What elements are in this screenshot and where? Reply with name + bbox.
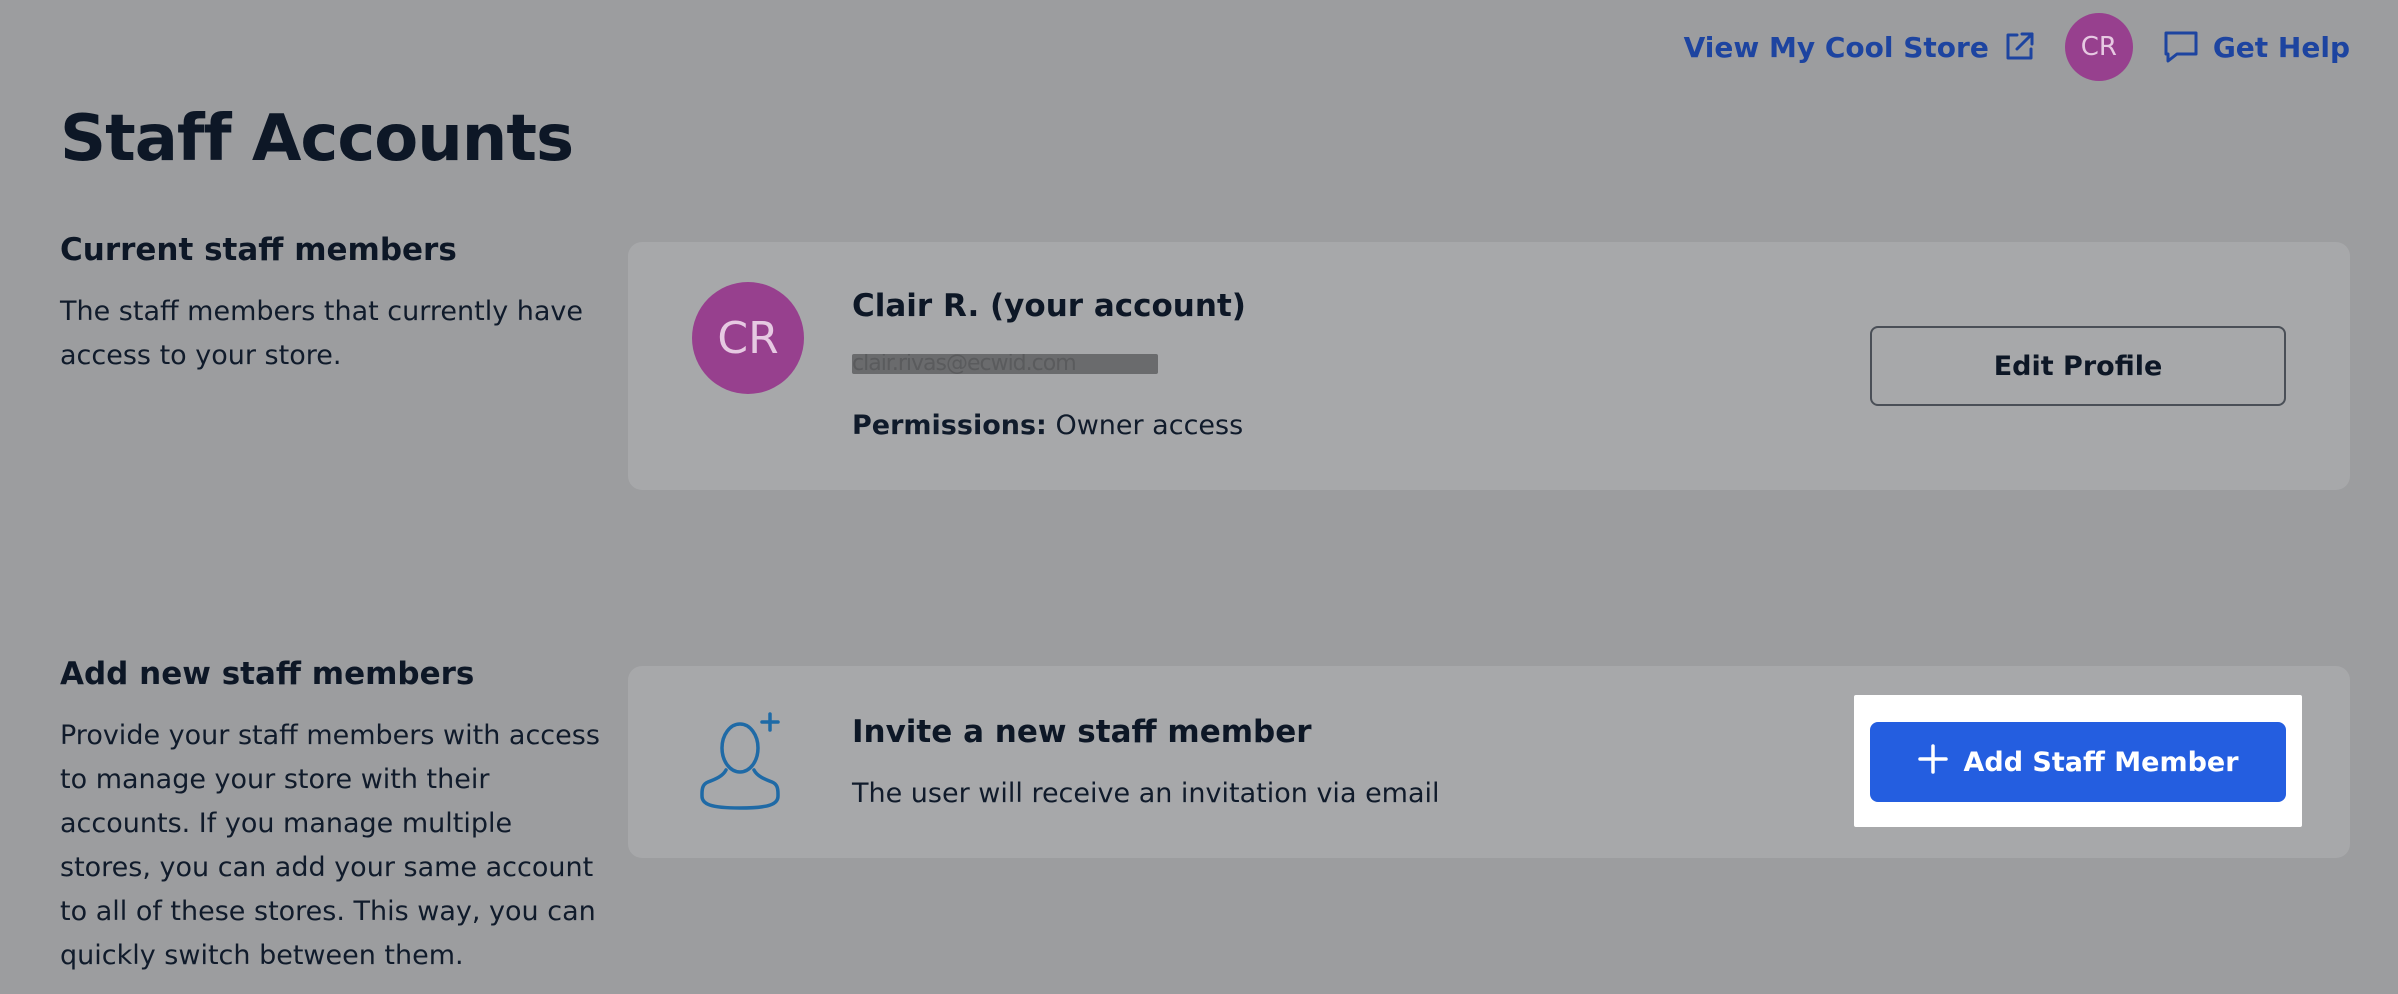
- invite-title: Invite a new staff member: [852, 714, 1312, 750]
- view-store-label: View My Cool Store: [1683, 30, 1989, 64]
- edit-profile-button[interactable]: Edit Profile: [1870, 326, 2286, 406]
- page-title: Staff Accounts: [60, 102, 574, 176]
- get-help-link[interactable]: Get Help: [2163, 30, 2350, 64]
- staff-permissions: Permissions: Owner access: [852, 410, 1243, 441]
- plus-icon: [1917, 743, 1949, 782]
- top-bar: View My Cool Store CR Get Help: [1684, 12, 2350, 82]
- view-store-link[interactable]: View My Cool Store: [1684, 31, 2035, 64]
- add-staff-heading: Add new staff members: [60, 656, 475, 692]
- current-staff-heading: Current staff members: [60, 232, 457, 268]
- staff-email-redacted: clair.rivas@ecwid.com: [852, 354, 1158, 374]
- add-staff-section: Add new staff members Provide your staff…: [60, 656, 600, 978]
- chat-icon: [2163, 30, 2199, 64]
- current-staff-section: Current staff members The staff members …: [60, 232, 600, 378]
- get-help-label: Get Help: [2212, 30, 2350, 64]
- permissions-label: Permissions:: [852, 410, 1047, 441]
- add-staff-member-button[interactable]: Add Staff Member: [1870, 722, 2286, 802]
- staff-email: clair.rivas@ecwid.com: [852, 354, 1077, 374]
- external-link-icon: [2003, 31, 2035, 63]
- staff-name: Clair R. (your account): [852, 288, 1246, 324]
- add-staff-member-label: Add Staff Member: [1963, 746, 2239, 778]
- user-avatar-initials: CR: [2080, 32, 2117, 62]
- staff-member-card: CR Clair R. (your account) clair.rivas@e…: [628, 242, 2350, 490]
- staff-avatar-initials: CR: [717, 312, 779, 364]
- permissions-value: Owner access: [1055, 410, 1244, 441]
- add-user-icon: [700, 706, 784, 820]
- current-staff-description: The staff members that currently have ac…: [60, 296, 584, 371]
- staff-avatar: CR: [692, 282, 804, 394]
- invite-subtitle: The user will receive an invitation via …: [852, 778, 1440, 809]
- user-avatar[interactable]: CR: [2064, 13, 2133, 81]
- add-staff-description: Provide your staff members with access t…: [60, 720, 600, 971]
